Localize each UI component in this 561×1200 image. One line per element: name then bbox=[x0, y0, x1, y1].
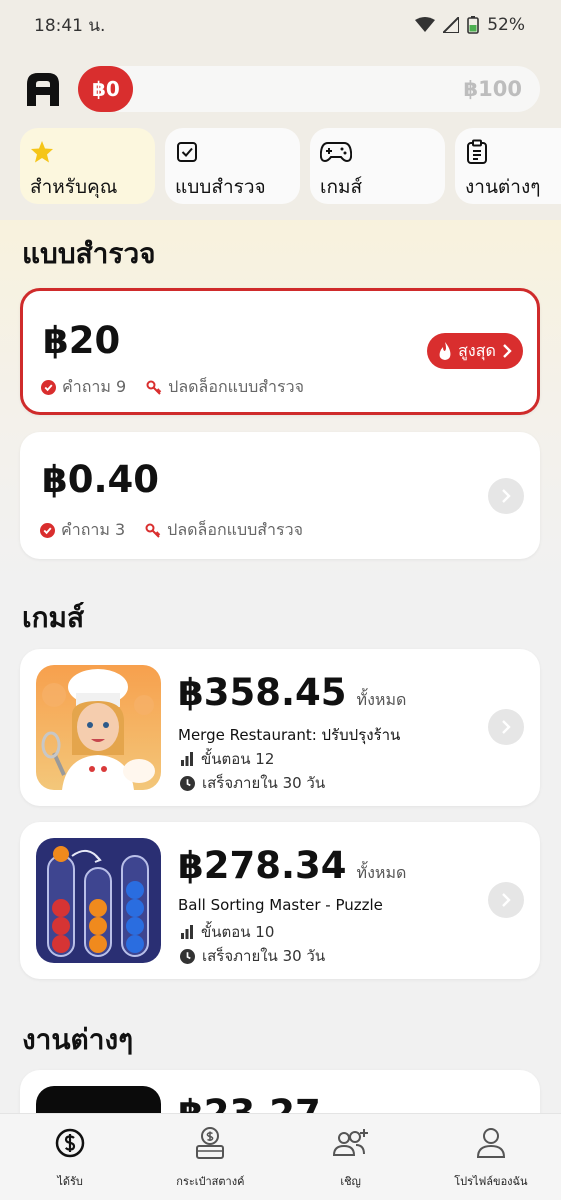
tasks-section-title: งานต่างๆ bbox=[22, 1023, 134, 1056]
wifi-icon bbox=[415, 17, 436, 32]
survey-card[interactable]: ฿0.40 คำถาม 3 ปลดล็อกแบบสำรวจ bbox=[20, 432, 540, 559]
chevron-right-icon bbox=[502, 893, 511, 907]
check-circle-icon bbox=[41, 380, 56, 395]
nav-label: โปรไฟล์ของฉัน bbox=[454, 1175, 528, 1188]
nav-label: เชิญ bbox=[340, 1175, 361, 1188]
category-tabs: สำหรับคุณ แบบสำรวจ เกมส์ งานต่างๆ bbox=[20, 128, 561, 204]
tab-label: แบบสำรวจ bbox=[175, 176, 266, 198]
survey-meta: คำถาม 9 ปลดล็อกแบบสำรวจ bbox=[41, 375, 304, 400]
survey-reward: ฿20 bbox=[43, 319, 121, 362]
game-reward-amount: ฿358.45 bbox=[178, 671, 347, 714]
nav-label: กระเป๋าสตางค์ bbox=[176, 1175, 245, 1188]
clock-icon bbox=[180, 948, 195, 964]
game-thumbnail bbox=[36, 665, 161, 790]
chevron-right-icon bbox=[502, 489, 511, 503]
nav-earn[interactable]: ได้รับ bbox=[0, 1114, 140, 1200]
game-steps: ขั้นตอน 10 bbox=[180, 920, 274, 944]
tab-label: สำหรับคุณ bbox=[30, 176, 118, 198]
nav-invite[interactable]: เชิญ bbox=[281, 1114, 421, 1200]
survey-reward: ฿0.40 bbox=[42, 458, 160, 501]
survey-meta: คำถาม 3 ปลดล็อกแบบสำรวจ bbox=[40, 518, 303, 543]
game-title: Merge Restaurant: ปรับปรุงร้าน bbox=[178, 726, 401, 744]
survey-card[interactable]: ฿20 คำถาม 9 ปลดล็อกแบบสำรวจ สูงสุด bbox=[20, 288, 540, 415]
survey-unlock: ปลดล็อกแบบสำรวจ bbox=[167, 520, 303, 539]
balance-target: ฿100 bbox=[463, 77, 522, 101]
bottom-navigation: ได้รับ กระเป๋าสตางค์ เชิญ โปรไฟล์ของฉัน bbox=[0, 1113, 561, 1200]
wallet-icon bbox=[196, 1127, 225, 1159]
clock-icon bbox=[180, 775, 195, 791]
game-open-button[interactable] bbox=[488, 709, 524, 745]
invite-users-icon bbox=[332, 1129, 368, 1156]
game-deadline-label: เสร็จภายใน 30 วัน bbox=[202, 947, 326, 965]
game-deadline-label: เสร็จภายใน 30 วัน bbox=[202, 774, 326, 792]
game-reward-suffix: ทั้งหมด bbox=[356, 690, 407, 709]
signal-icon bbox=[443, 17, 460, 33]
nav-wallet[interactable]: กระเป๋าสตางค์ bbox=[140, 1114, 280, 1200]
game-card[interactable]: ฿278.34 ทั้งหมด Ball Sorting Master - Pu… bbox=[20, 822, 540, 979]
bar-chart-icon bbox=[181, 752, 193, 766]
game-reward: ฿358.45 ทั้งหมด bbox=[178, 671, 406, 714]
tab-label: งานต่างๆ bbox=[465, 176, 541, 198]
survey-section-title: แบบสำรวจ bbox=[22, 237, 156, 270]
app-logo-icon bbox=[27, 73, 59, 106]
survey-questions: คำถาม 3 bbox=[61, 520, 126, 539]
battery-percent: 52% bbox=[487, 15, 525, 35]
fire-icon bbox=[439, 342, 451, 360]
survey-questions: คำถาม 9 bbox=[62, 377, 127, 396]
star-icon bbox=[31, 141, 53, 163]
key-icon bbox=[146, 380, 162, 395]
status-bar: 18:41 น. 52% bbox=[0, 0, 561, 50]
badge-label: สูงสุด bbox=[458, 340, 496, 360]
game-open-button[interactable] bbox=[488, 882, 524, 918]
game-deadline: เสร็จภายใน 30 วัน bbox=[180, 771, 325, 795]
game-deadline: เสร็จภายใน 30 วัน bbox=[180, 944, 325, 968]
tab-survey[interactable]: แบบสำรวจ bbox=[165, 128, 300, 204]
game-card[interactable]: ฿358.45 ทั้งหมด Merge Restaurant: ปรับปร… bbox=[20, 649, 540, 806]
dollar-coin-icon bbox=[55, 1128, 85, 1158]
game-title: Ball Sorting Master - Puzzle bbox=[178, 896, 383, 914]
bar-chart-icon bbox=[181, 925, 193, 939]
survey-open-button[interactable] bbox=[488, 478, 524, 514]
chevron-right-icon bbox=[503, 344, 512, 358]
nav-profile[interactable]: โปรไฟล์ของฉัน bbox=[421, 1114, 561, 1200]
top-badge[interactable]: สูงสุด bbox=[427, 333, 523, 369]
nav-label: ได้รับ bbox=[57, 1175, 83, 1188]
checkbox-icon bbox=[177, 142, 197, 162]
game-steps-label: ขั้นตอน 10 bbox=[201, 923, 275, 941]
game-steps: ขั้นตอน 12 bbox=[180, 747, 274, 771]
tab-for-you[interactable]: สำหรับคุณ bbox=[20, 128, 155, 204]
tab-games[interactable]: เกมส์ bbox=[310, 128, 445, 204]
balance-current: ฿0 bbox=[92, 77, 120, 101]
gamepad-icon bbox=[320, 142, 352, 163]
clipboard-icon bbox=[467, 139, 487, 164]
game-steps-label: ขั้นตอน 12 bbox=[201, 750, 275, 768]
ball-sort-game-image bbox=[36, 838, 161, 963]
tab-tasks[interactable]: งานต่างๆ bbox=[455, 128, 561, 204]
tab-label: เกมส์ bbox=[320, 176, 363, 198]
battery-icon bbox=[467, 16, 480, 34]
profile-icon bbox=[476, 1128, 505, 1158]
game-reward-amount: ฿278.34 bbox=[178, 844, 347, 887]
game-reward-suffix: ทั้งหมด bbox=[356, 863, 407, 882]
chef-game-image bbox=[36, 665, 161, 790]
survey-unlock: ปลดล็อกแบบสำรวจ bbox=[168, 377, 304, 396]
game-reward: ฿278.34 ทั้งหมด bbox=[178, 844, 406, 887]
status-time: 18:41 น. bbox=[34, 15, 106, 36]
status-icons: 52% bbox=[415, 15, 525, 35]
balance-row: ฿0 ฿100 bbox=[24, 66, 540, 112]
chevron-right-icon bbox=[502, 720, 511, 734]
key-icon bbox=[145, 523, 161, 538]
game-thumbnail bbox=[36, 838, 161, 963]
balance-progress: ฿0 ฿100 bbox=[78, 66, 540, 112]
check-circle-icon bbox=[40, 523, 55, 538]
games-section-title: เกมส์ bbox=[22, 601, 85, 634]
